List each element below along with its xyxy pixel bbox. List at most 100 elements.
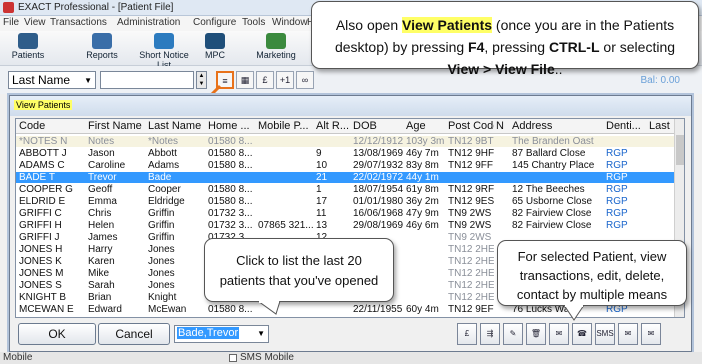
column-header[interactable]: Address — [512, 120, 604, 132]
toolbar-patients-button[interactable]: Patients — [8, 33, 48, 60]
plus-one-button[interactable]: +1 — [276, 71, 294, 89]
cell-post: TN9 2WS — [448, 232, 492, 243]
toolbar-label: Reports — [86, 50, 118, 60]
cell-dob: 22/02/1972 — [353, 172, 403, 183]
cell-post: TN12 9RF — [448, 184, 494, 195]
register-button[interactable]: ▦ — [236, 71, 254, 89]
status-bar: Mobile SMS Mobile — [0, 352, 702, 364]
cell-mobile: 07865 321... — [258, 220, 314, 231]
cell-alt: 17 — [316, 196, 328, 207]
cell-first: Caroline — [88, 160, 126, 171]
column-header[interactable]: Post Code — [448, 120, 494, 132]
dialog-titlebar: View Patients — [10, 96, 691, 116]
email-button[interactable]: ✉ — [618, 323, 638, 345]
phone-button[interactable]: ☎ — [572, 323, 592, 345]
callout-text: or selecting — [599, 39, 676, 55]
cell-home: 01732 3... — [208, 208, 253, 219]
table-row[interactable]: COOPER G Geoff Cooper 01580 8... 1 18/07/1954… — [16, 184, 676, 195]
sms-button[interactable]: SMS — [595, 323, 615, 345]
column-header[interactable]: First Name — [88, 120, 146, 132]
balance-label: Bal: 0.00 — [640, 75, 680, 86]
cell-post: TN12 9EF — [448, 304, 494, 315]
toolbar-label: Patients — [11, 50, 45, 60]
scroll-thumb[interactable] — [676, 135, 684, 165]
toolbar-short-notice-button[interactable]: Short Notice List — [133, 33, 195, 70]
cell-code: ADAMS C — [19, 160, 65, 171]
cell-last: Griffin — [148, 232, 175, 243]
recent-patients-select[interactable]: Bade,Trevor ▼ — [174, 325, 269, 343]
cell-dent: RGP — [606, 196, 628, 207]
cell-alt: 9 — [316, 148, 322, 159]
mpc-icon — [205, 33, 225, 49]
cancel-button[interactable]: Cancel — [98, 323, 170, 345]
cell-last: Jones — [148, 256, 175, 267]
patients-icon — [18, 33, 38, 49]
table-row[interactable]: *NOTES N Notes *Notes 01580 8... 12/12/1912 1… — [16, 136, 676, 147]
table-row[interactable]: GRIFFI H Helen Griffin 01732 3... 07865 321.… — [16, 220, 676, 231]
menu-item-view[interactable]: View — [24, 17, 46, 28]
toolbar-marketing-button[interactable]: Marketing — [255, 33, 297, 60]
callout-highlight: View Patients — [402, 17, 493, 33]
cell-post: TN12 9FF — [448, 160, 494, 171]
cell-post: TN12 2HE — [448, 268, 494, 279]
lookup-field-select[interactable]: Last Name ▼ — [8, 71, 96, 89]
edit-button[interactable]: ✎ — [503, 323, 523, 345]
column-header[interactable]: DOB — [353, 120, 403, 132]
toolbar-mpc-button[interactable]: MPC — [198, 33, 232, 60]
column-header[interactable]: N — [496, 120, 510, 132]
table-row-selected[interactable]: BADE T Trevor Bade 21 22/02/1972 44y 1m RGP — [16, 172, 676, 183]
cell-alt: 11 — [316, 208, 327, 219]
split-button[interactable]: ⇶ — [480, 323, 500, 345]
menu-item-window[interactable]: Window — [272, 17, 308, 28]
menu-item-configure[interactable]: Configure — [193, 17, 236, 28]
table-row[interactable]: GRIFFI C Chris Griffin 01732 3... 11 16/06/19… — [16, 208, 676, 219]
menu-item-tools[interactable]: Tools — [242, 17, 265, 28]
column-header[interactable]: Mobile P... — [258, 120, 314, 132]
callout-text: Also open — [335, 17, 403, 33]
table-row[interactable]: ABBOTT J Jason Abbott 01580 8... 9 13/08/1969… — [16, 148, 676, 159]
table-row[interactable]: ELDRID E Emma Eldridge 01580 8... 17 01/01/19… — [16, 196, 676, 207]
cell-first: Emma — [88, 196, 117, 207]
cell-last: Abbott — [148, 148, 177, 159]
cell-addr: 12 The Beeches — [512, 184, 585, 195]
column-header[interactable]: Age — [406, 120, 446, 132]
transactions-button[interactable]: £ — [457, 323, 477, 345]
cell-last: Griffin — [148, 220, 175, 231]
cell-first: Harry — [88, 244, 113, 255]
delete-button[interactable]: 🗑 — [526, 323, 546, 345]
table-row[interactable]: ADAMS C Caroline Adams 01580 8... 10 29/07/19… — [16, 160, 676, 171]
cell-post: TN12 9ES — [448, 196, 494, 207]
cell-code: JONES K — [19, 256, 62, 267]
toolbar-reports-button[interactable]: Reports — [78, 33, 126, 60]
sms-mobile-checkbox[interactable] — [229, 354, 237, 362]
cell-code: KNIGHT B — [19, 292, 67, 303]
callout-pointer — [563, 305, 585, 321]
cell-alt: 13 — [316, 220, 328, 231]
cell-first: Chris — [88, 208, 112, 219]
menu-item-file[interactable]: File — [3, 17, 19, 28]
cell-dob: 13/08/1969 — [353, 148, 403, 159]
view-patients-callout: Also open View Patients (once you are in… — [311, 1, 699, 77]
link-button[interactable]: ∞ — [296, 71, 314, 89]
cell-last: Adams — [148, 160, 180, 171]
cell-code: GRIFFI H — [19, 220, 62, 231]
cell-age: 83y 8m — [406, 160, 439, 171]
cell-addr: 145 Chantry Place — [512, 160, 595, 171]
short-notice-icon — [154, 33, 174, 49]
menu-item-transactions[interactable]: Transactions — [50, 17, 107, 28]
pound-button[interactable]: £ — [256, 71, 274, 89]
cell-alt: 10 — [316, 160, 328, 171]
callout-text: , pressing — [484, 39, 549, 55]
cell-age: 44y 1m — [406, 172, 439, 183]
column-header[interactable]: Home ... — [208, 120, 256, 132]
ok-button[interactable]: OK — [18, 323, 96, 345]
column-header[interactable]: Last Name — [148, 120, 206, 132]
column-header[interactable]: Alt R... — [316, 120, 350, 132]
note-button[interactable]: ✉ — [641, 323, 661, 345]
column-header[interactable]: Code — [19, 120, 85, 132]
column-header[interactable]: Denti... — [606, 120, 646, 132]
letter-button[interactable]: ✉ — [549, 323, 569, 345]
menu-item-administration[interactable]: Administration — [117, 17, 180, 28]
cell-age: 36y 2m — [406, 196, 439, 207]
lookup-search-input[interactable] — [100, 71, 194, 89]
